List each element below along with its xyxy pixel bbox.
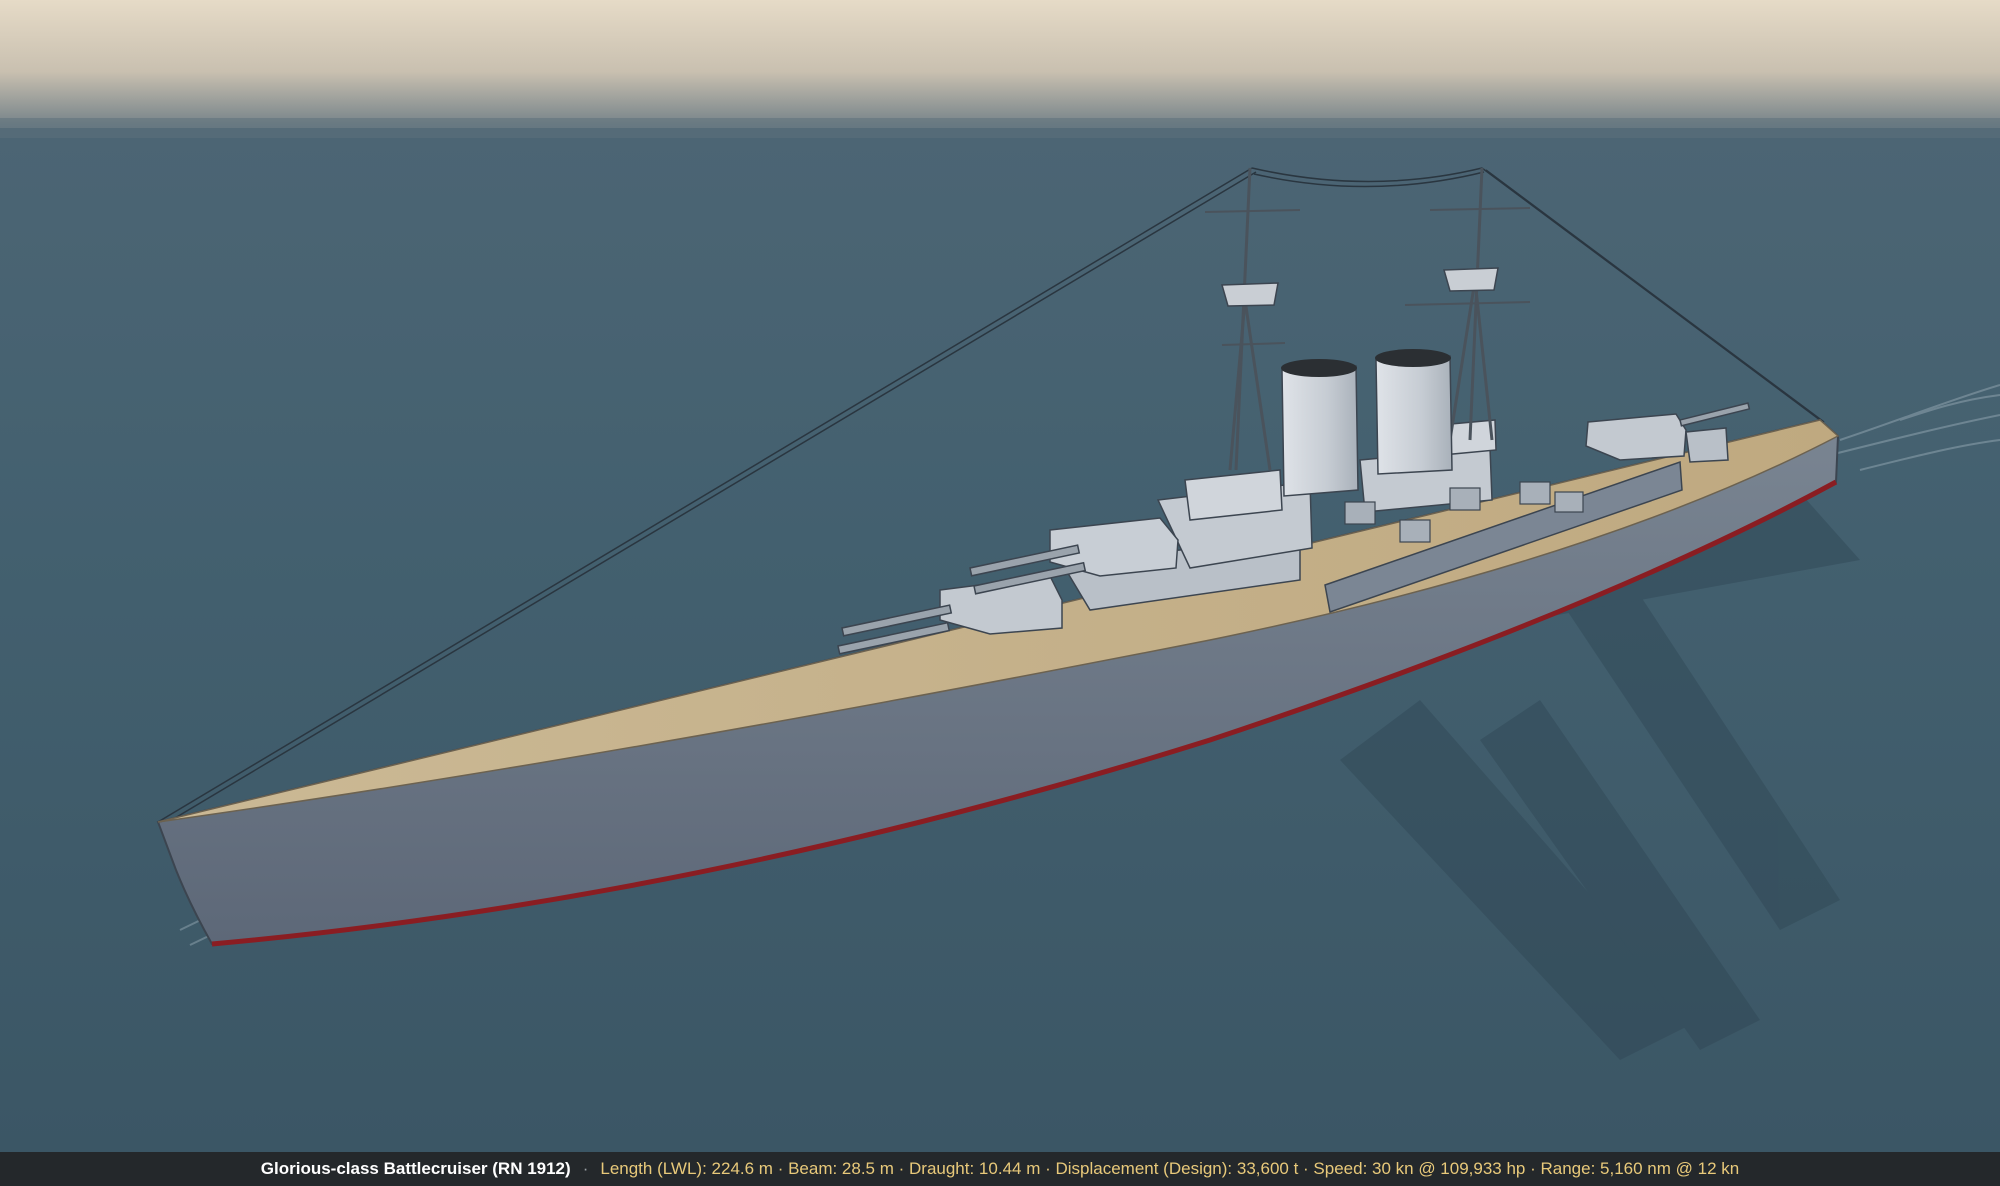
caption-separator: ·: [582, 1159, 589, 1178]
horizon-haze: [0, 118, 2000, 138]
ship-name: Glorious-class Battlecruiser (RN 1912): [260, 1159, 571, 1178]
mainmast-top: [1443, 267, 1499, 292]
sky: [0, 0, 2000, 130]
caption-bar: Glorious-class Battlecruiser (RN 1912) ·…: [0, 1152, 2000, 1186]
ship-specs: Length (LWL): 224.6 m · Beam: 28.5 m · D…: [600, 1159, 1740, 1178]
forward-funnel: [1281, 359, 1359, 497]
ship-render-scene: [0, 0, 2000, 1152]
aft-funnel: [1375, 349, 1453, 475]
foremast-top: [1221, 282, 1279, 307]
